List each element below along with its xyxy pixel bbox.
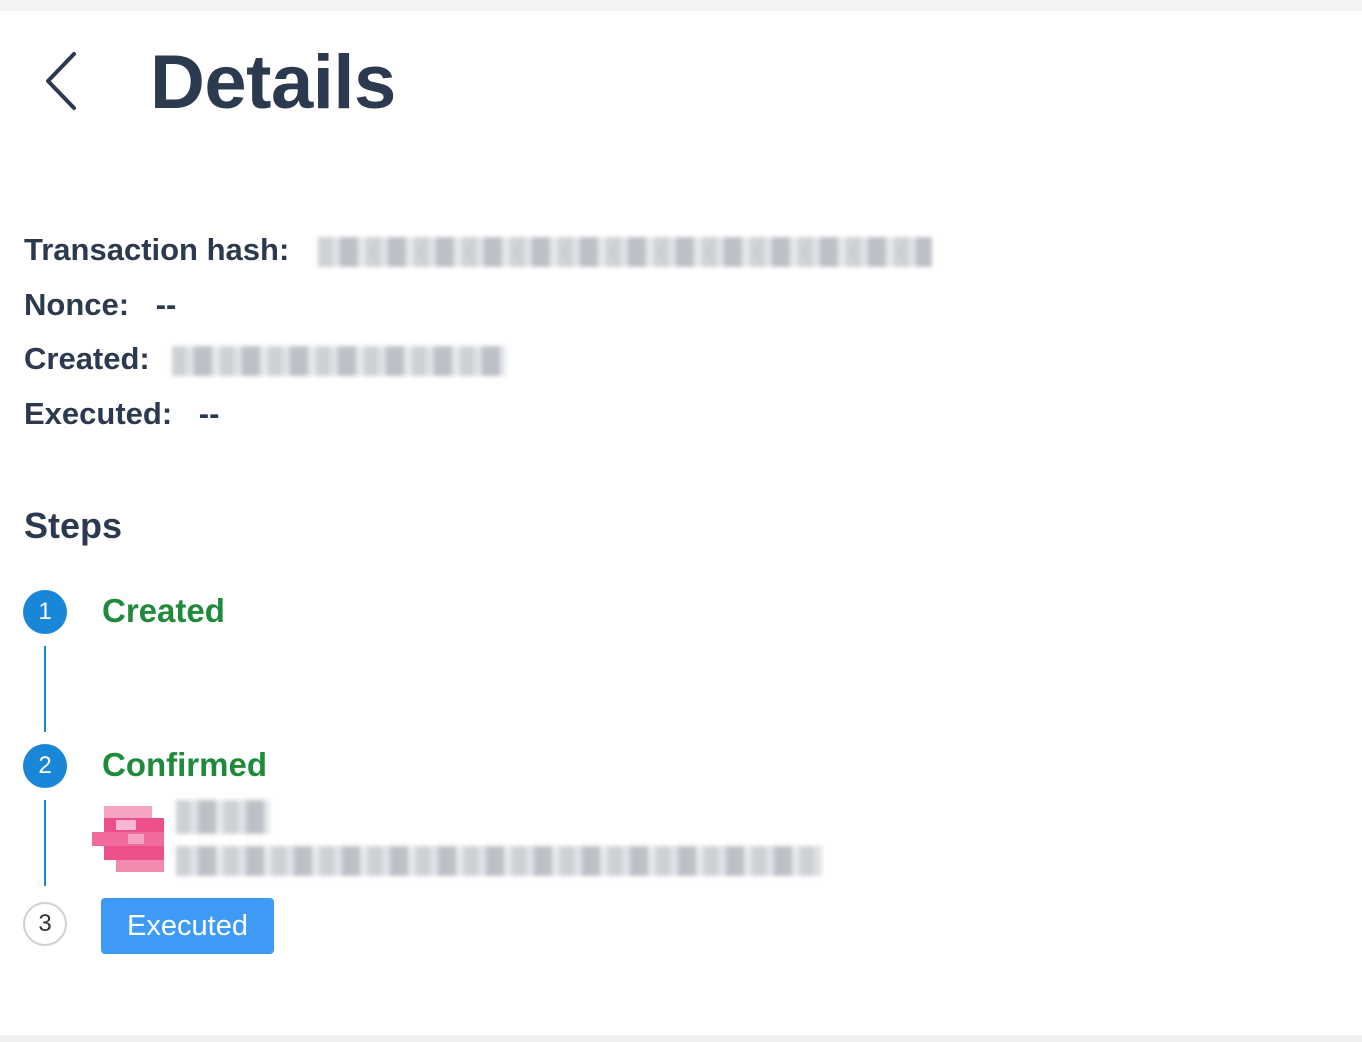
chevron-left-icon[interactable] — [40, 50, 84, 112]
step-connector-1 — [44, 646, 46, 732]
step-1-title: Created — [102, 592, 225, 629]
created-value-redacted — [172, 345, 507, 376]
avatar — [92, 806, 164, 872]
step-3-circle: 3 — [23, 902, 67, 946]
step-1-circle: 1 — [23, 590, 67, 634]
step-2-title: Confirmed — [102, 746, 267, 783]
created-label: Created: — [24, 341, 150, 376]
confirmer-address-redacted — [176, 846, 822, 876]
created-row: Created: — [24, 341, 507, 377]
transaction-hash-label: Transaction hash: — [24, 232, 290, 267]
steps-heading: Steps — [24, 505, 123, 546]
page-title: Details — [150, 40, 396, 125]
transaction-hash-row: Transaction hash: — [24, 232, 932, 268]
nonce-value: -- — [155, 287, 177, 322]
executed-row: Executed: -- — [24, 396, 219, 432]
nonce-row: Nonce: -- — [24, 287, 176, 323]
details-panel — [0, 11, 1362, 1035]
step-2-circle: 2 — [23, 744, 67, 788]
step-connector-2 — [44, 800, 46, 886]
execute-button[interactable]: Executed — [101, 898, 274, 954]
nonce-label: Nonce: — [24, 287, 130, 322]
confirmer-name-redacted — [176, 800, 270, 834]
bottom-bar — [0, 1035, 1362, 1042]
executed-value: -- — [198, 396, 220, 431]
top-bar — [0, 0, 1362, 11]
transaction-hash-value-redacted — [317, 236, 932, 267]
executed-label: Executed: — [24, 396, 173, 431]
